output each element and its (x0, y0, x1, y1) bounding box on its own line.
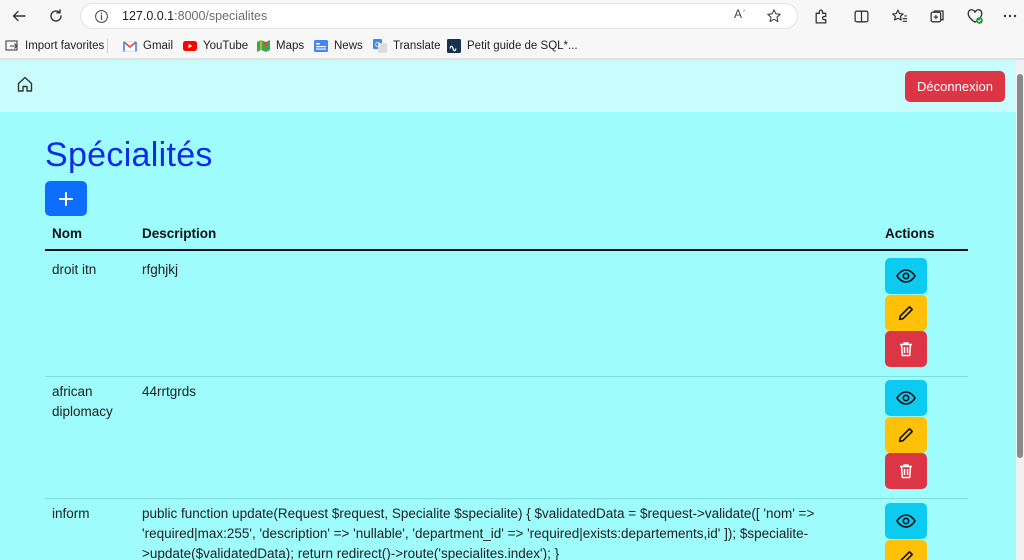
bookmark-youtube[interactable]: YouTube (183, 38, 248, 54)
row-name: inform (52, 506, 90, 521)
row-name: african diplomacy (52, 384, 113, 419)
bookmark-import-favorites[interactable]: Import favorites (5, 38, 104, 54)
bookmark-label: YouTube (203, 40, 249, 52)
column-header-name: Nom (52, 226, 82, 241)
url-path: :8000/specialites (174, 9, 268, 23)
bookmark-label: News (334, 40, 363, 52)
read-aloud-icon[interactable]: Aʾ (734, 7, 746, 21)
bookmark-news[interactable]: News (314, 38, 363, 54)
pencil-icon (900, 551, 913, 560)
bookmark-separator (107, 39, 108, 53)
eye-icon (896, 269, 916, 283)
translate-icon: G (373, 39, 387, 53)
bookmark-label: Petit guide de SQL*... (467, 40, 578, 52)
split-screen-icon[interactable] (851, 6, 871, 26)
sql-guide-icon (447, 39, 461, 53)
more-menu-icon[interactable] (1000, 6, 1020, 26)
maps-icon (256, 39, 270, 53)
back-button[interactable] (6, 4, 32, 28)
favorites-icon[interactable] (889, 6, 909, 26)
gmail-icon (123, 39, 137, 53)
bookmark-label: Maps (276, 40, 305, 52)
scrollbar-thumb[interactable] (1017, 74, 1023, 458)
edit-button[interactable] (885, 540, 927, 560)
favorite-star-icon[interactable] (766, 8, 782, 29)
refresh-icon (50, 9, 62, 22)
import-icon (5, 39, 19, 53)
svg-text:G: G (375, 42, 380, 49)
edit-button[interactable] (885, 295, 927, 331)
url-host: 127.0.0.1 (122, 9, 175, 23)
browser-toolbar: 127.0.0.1:8000/specialites Aʾ (0, 0, 1024, 32)
eye-icon (896, 514, 916, 528)
bookmarks-bar: Import favorites Gmail YouTube Maps News… (0, 32, 1024, 59)
edit-button[interactable] (885, 417, 927, 453)
table-header-divider (45, 249, 968, 251)
row-name: droit itn (52, 262, 97, 277)
bookmark-label: Gmail (143, 40, 174, 52)
pencil-icon (898, 306, 913, 321)
row-description: 44rrtgrds (142, 384, 197, 399)
collections-icon[interactable] (927, 6, 947, 26)
back-arrow-icon (12, 10, 26, 22)
column-header-description: Description (142, 226, 217, 241)
row-description: public function update(Request $request,… (142, 506, 815, 560)
pencil-icon (898, 428, 913, 443)
column-header-actions: Actions (885, 226, 935, 241)
site-info-icon[interactable] (94, 9, 109, 29)
add-specialite-button[interactable] (45, 181, 87, 216)
bookmark-gmail[interactable]: Gmail (123, 38, 173, 54)
row-divider (45, 498, 968, 499)
row-divider (45, 376, 968, 377)
bookmark-label: Import favorites (25, 40, 105, 52)
row-description: rfghjkj (142, 262, 179, 277)
browser-essentials-icon[interactable] (965, 6, 985, 26)
page-title: Spécialités (45, 136, 213, 174)
view-button[interactable] (885, 258, 927, 294)
bookmark-sql-guide[interactable]: Petit guide de SQL*... (447, 38, 578, 54)
delete-button[interactable] (885, 453, 927, 489)
bookmark-label: Translate (393, 40, 441, 52)
trash-icon (900, 342, 912, 357)
view-button[interactable] (885, 503, 927, 539)
page-content: Déconnexion Spécialités Nom Description … (0, 60, 1016, 560)
plus-icon (59, 191, 73, 206)
home-icon[interactable] (16, 75, 36, 95)
eye-icon (896, 391, 916, 405)
news-icon (314, 39, 328, 53)
bookmark-maps[interactable]: Maps (256, 38, 304, 54)
top-navbar: Déconnexion (0, 60, 1016, 112)
bookmark-translate[interactable]: G Translate (373, 38, 441, 54)
trash-icon (900, 464, 912, 479)
refresh-button[interactable] (43, 4, 69, 28)
url-text: 127.0.0.1:8000/specialites (122, 9, 267, 23)
youtube-icon (183, 39, 197, 53)
address-bar[interactable]: 127.0.0.1:8000/specialites Aʾ (80, 3, 798, 29)
delete-button[interactable] (885, 331, 927, 367)
logout-button[interactable]: Déconnexion (905, 71, 1005, 102)
page-scrollbar[interactable] (1016, 60, 1024, 560)
extensions-icon[interactable] (811, 6, 831, 26)
view-button[interactable] (885, 380, 927, 416)
